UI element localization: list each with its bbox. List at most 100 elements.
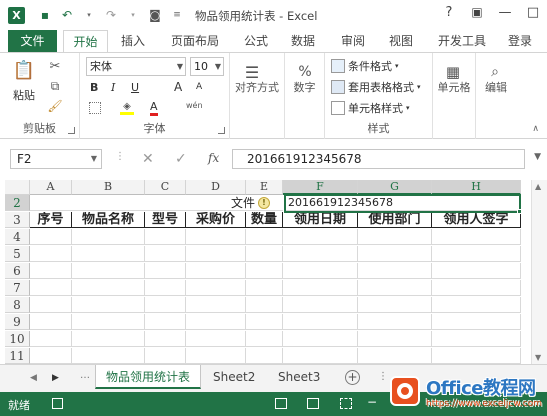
tab-page-layout[interactable]: 页面布局 — [165, 30, 225, 53]
font-launcher-icon[interactable] — [218, 127, 225, 134]
sheet-tab-ellipsis[interactable]: … — [80, 370, 90, 381]
cell-row2-label[interactable]: 文件 — [30, 195, 283, 211]
fill-handle[interactable] — [517, 209, 522, 214]
row-header-2[interactable]: 2 — [5, 195, 30, 211]
help-button[interactable]: ? — [441, 5, 457, 20]
column-header-a[interactable]: A — [30, 180, 72, 195]
row-header-7[interactable]: 7 — [5, 280, 30, 296]
row-header-11[interactable]: 11 — [5, 348, 30, 364]
column-header-e[interactable]: E — [246, 180, 283, 195]
table-cell[interactable] — [186, 297, 246, 313]
normal-view-icon[interactable] — [275, 398, 287, 409]
row-header-9[interactable]: 9 — [5, 314, 30, 330]
font-name-select[interactable]: 宋体 ▼ — [86, 57, 186, 76]
table-cell[interactable] — [358, 246, 432, 262]
table-cell[interactable] — [432, 229, 521, 245]
conditional-format-button[interactable]: 条件格式 ▾ — [331, 58, 399, 74]
scroll-up-icon[interactable]: ▲ — [535, 182, 541, 191]
table-cell[interactable] — [283, 348, 358, 364]
table-cell[interactable] — [72, 314, 145, 330]
cancel-icon[interactable]: ✕ — [142, 151, 154, 167]
page-break-view-icon[interactable] — [340, 398, 352, 409]
table-cell[interactable] — [246, 348, 283, 364]
table-cell[interactable] — [186, 314, 246, 330]
row-header-10[interactable]: 10 — [5, 331, 30, 347]
maximize-button[interactable]: □ — [525, 5, 541, 20]
sheet-prev-icon[interactable]: ◀ — [30, 373, 37, 383]
grow-font-button[interactable]: A — [174, 80, 182, 94]
table-cell[interactable] — [358, 314, 432, 330]
cut-icon[interactable]: ✂ — [48, 59, 62, 74]
table-cell[interactable] — [358, 263, 432, 279]
table-cell[interactable] — [30, 229, 72, 245]
cell-f2[interactable]: 201661912345678 — [286, 195, 521, 211]
table-cell[interactable] — [30, 263, 72, 279]
column-header-f[interactable]: F — [283, 180, 358, 195]
table-cell[interactable] — [246, 280, 283, 296]
tab-insert[interactable]: 插入 — [115, 30, 151, 53]
table-cell[interactable] — [30, 348, 72, 364]
save-icon[interactable]: ▪ — [37, 7, 53, 23]
table-cell[interactable] — [72, 229, 145, 245]
expand-formula-bar-icon[interactable]: ▼ — [534, 152, 541, 162]
table-cell[interactable] — [432, 246, 521, 262]
name-box[interactable]: F2 ▼ — [10, 149, 102, 169]
table-cell[interactable] — [145, 348, 186, 364]
phonetic-button[interactable]: wén — [186, 101, 203, 110]
table-cell[interactable] — [246, 331, 283, 347]
table-cell[interactable] — [186, 348, 246, 364]
row-header-6[interactable]: 6 — [5, 263, 30, 279]
camera-icon[interactable]: ◙ — [147, 7, 163, 23]
format-painter-icon[interactable]: 🖌 — [47, 99, 62, 113]
table-cell[interactable] — [283, 331, 358, 347]
tab-home[interactable]: 开始 — [63, 30, 108, 54]
table-cell[interactable] — [72, 297, 145, 313]
borders-icon[interactable] — [89, 102, 101, 114]
table-cell[interactable] — [72, 280, 145, 296]
table-header-cell[interactable]: 序号 — [30, 212, 72, 228]
select-all-button[interactable] — [5, 180, 30, 195]
table-cell[interactable] — [72, 246, 145, 262]
table-cell[interactable] — [358, 280, 432, 296]
row-header-3[interactable]: 3 — [5, 212, 30, 228]
table-header-cell[interactable]: 物品名称 — [72, 212, 145, 228]
tab-developer[interactable]: 开发工具 — [432, 30, 492, 53]
table-cell[interactable] — [72, 348, 145, 364]
table-cell[interactable] — [145, 314, 186, 330]
table-cell[interactable] — [246, 263, 283, 279]
font-size-select[interactable]: 10 ▼ — [190, 57, 224, 76]
column-header-c[interactable]: C — [145, 180, 186, 195]
table-header-cell[interactable]: 领用人签字 — [432, 212, 521, 228]
table-cell[interactable] — [358, 229, 432, 245]
add-sheet-button[interactable]: + — [345, 370, 360, 385]
tab-view[interactable]: 视图 — [383, 30, 419, 53]
format-as-table-button[interactable]: 套用表格格式 ▾ — [331, 79, 421, 95]
table-cell[interactable] — [283, 246, 358, 262]
shrink-font-button[interactable]: A — [196, 82, 202, 92]
table-cell[interactable] — [246, 314, 283, 330]
table-header-cell[interactable]: 型号 — [145, 212, 186, 228]
sheet-bar-menu-icon[interactable]: ⋮ — [378, 371, 388, 382]
table-cell[interactable] — [30, 280, 72, 296]
column-header-b[interactable]: B — [72, 180, 145, 195]
table-cell[interactable] — [30, 331, 72, 347]
table-cell[interactable] — [432, 348, 521, 364]
tab-file[interactable]: 文件 — [8, 30, 57, 53]
copy-icon[interactable]: ⧉ — [48, 79, 62, 93]
macro-record-icon[interactable] — [52, 398, 63, 409]
table-cell[interactable] — [145, 229, 186, 245]
table-cell[interactable] — [186, 229, 246, 245]
row-header-5[interactable]: 5 — [5, 246, 30, 262]
redo-dropdown-icon[interactable]: ▾ — [125, 7, 141, 23]
table-header-cell[interactable]: 数量 — [246, 212, 283, 228]
undo-icon[interactable]: ↶ — [59, 7, 75, 23]
table-cell[interactable] — [283, 229, 358, 245]
sheet-tab-3[interactable]: Sheet3 — [268, 365, 330, 389]
enter-icon[interactable]: ✓ — [175, 151, 187, 167]
table-cell[interactable] — [283, 297, 358, 313]
table-cell[interactable] — [30, 314, 72, 330]
table-header-cell[interactable]: 使用部门 — [358, 212, 432, 228]
fill-color-icon[interactable]: ◈ — [120, 101, 134, 115]
table-cell[interactable] — [30, 297, 72, 313]
table-cell[interactable] — [358, 348, 432, 364]
